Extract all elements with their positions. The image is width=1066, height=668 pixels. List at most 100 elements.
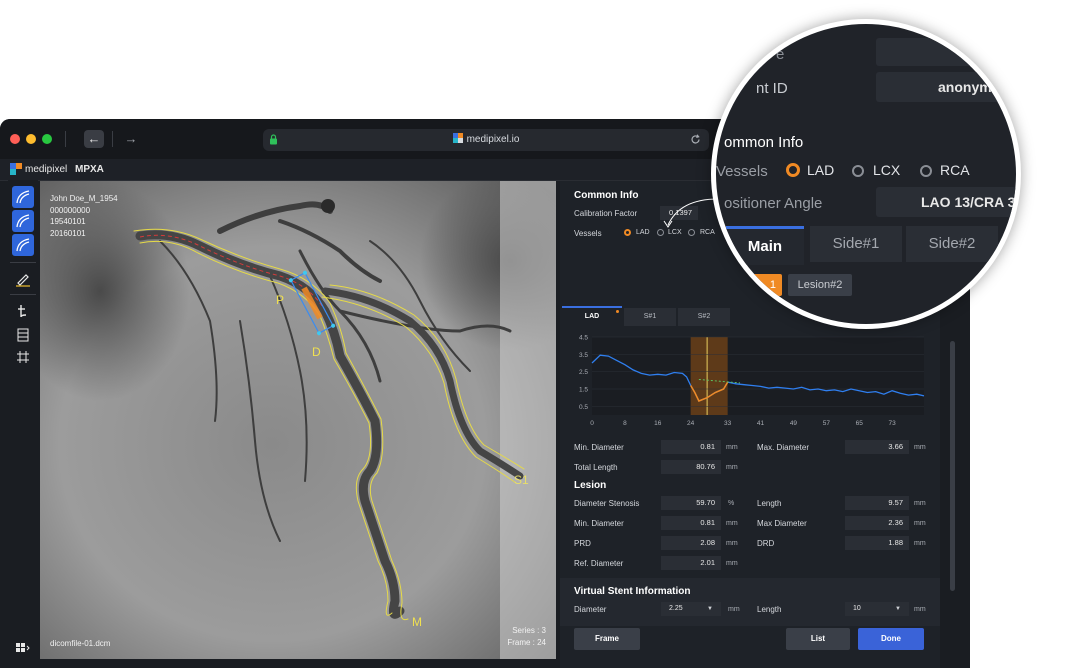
patient-id: 000000000	[50, 205, 91, 215]
measure-tool-button[interactable]	[12, 324, 34, 346]
forward-button[interactable]: →	[121, 130, 141, 148]
magnified-radio-lad[interactable]	[786, 163, 800, 177]
maximize-window-button[interactable]	[42, 134, 52, 144]
branch-icon	[18, 305, 27, 318]
x-tick-label: 65	[856, 420, 864, 427]
crop-tool-button[interactable]	[12, 346, 34, 368]
stent-length-select[interactable]: 10 ▼	[845, 602, 909, 616]
min-diameter-label: Min. Diameter	[574, 443, 624, 452]
x-tick-label: 41	[757, 420, 765, 427]
magnified-tab-main[interactable]: Main	[726, 226, 804, 265]
magnified-vessel-lcx: LCX	[873, 162, 901, 178]
vessel-radio-lad[interactable]	[624, 229, 631, 236]
tab-s1[interactable]: S#1	[624, 308, 676, 326]
total-length-value: 80.76	[661, 460, 721, 474]
magnified-positioner-field: LAO 13/CRA 3	[876, 187, 1016, 217]
x-tick-label: 16	[654, 420, 662, 427]
magnified-positioner-label: ositioner Angle	[724, 195, 823, 212]
magnified-tab-side2[interactable]: Side#2	[906, 226, 998, 262]
apps-menu-button[interactable]	[12, 636, 34, 658]
branch-tool-button[interactable]	[12, 300, 34, 322]
vessel-curve-icon	[16, 238, 30, 252]
lesion-length-value: 9.57	[845, 496, 909, 510]
draw-tool-button[interactable]	[12, 268, 34, 290]
x-tick-label: 49	[790, 420, 798, 427]
product-name: MPXA	[75, 164, 104, 175]
y-tick-label: 1.5	[579, 387, 588, 394]
vessel-tool-1-button[interactable]	[12, 186, 34, 208]
tab-s2[interactable]: S#2	[678, 308, 730, 326]
medipixel-logo-icon	[10, 163, 22, 175]
reload-icon[interactable]	[690, 134, 701, 145]
magnified-patient-id-value: anonym	[938, 79, 992, 95]
close-window-button[interactable]	[10, 134, 20, 144]
y-tick-label: 3.5	[579, 352, 588, 359]
measure-icon	[17, 328, 29, 342]
magnified-lesion-tab-1[interactable]: 1	[746, 274, 782, 296]
y-tick-label: 0.5	[579, 404, 588, 411]
minimize-window-button[interactable]	[26, 134, 36, 144]
unit-label: mm	[726, 464, 738, 471]
y-tick-label: 2.5	[579, 369, 588, 376]
frame-button[interactable]: Frame	[574, 628, 640, 650]
patient-name: John Doe_M_1954	[50, 194, 118, 203]
frame-info: Frame : 24	[507, 637, 546, 647]
plot-area	[592, 337, 924, 415]
x-tick-label: 33	[724, 420, 732, 427]
list-button[interactable]: List	[786, 628, 850, 650]
brand-name: medipixel	[25, 164, 68, 175]
drd-label: DRD	[757, 539, 775, 548]
medipixel-logo-icon	[452, 133, 463, 143]
apps-grid-icon	[16, 643, 30, 652]
vessel-label-lad: LAD	[636, 229, 650, 236]
prd-value: 2.08	[661, 536, 721, 550]
magnified-radio-lcx[interactable]	[852, 165, 864, 177]
vessel-curve-icon	[16, 190, 30, 204]
magnified-tab-side1[interactable]: Side#1	[810, 226, 902, 262]
stent-section: Virtual Stent Information Diameter 2.25 ▼…	[560, 578, 940, 626]
magnified-common-info-title: ommon Info	[724, 134, 804, 151]
x-tick-label: 0	[590, 420, 594, 427]
x-tick-label: 24	[687, 420, 695, 427]
magnified-lesion-tab-2[interactable]: Lesion#2	[788, 274, 852, 296]
main-branch-label: M	[412, 615, 422, 629]
vessel-tool-3-button[interactable]	[12, 234, 34, 256]
caret-down-icon: ▼	[707, 606, 713, 612]
arrow-right-icon: →	[124, 131, 138, 146]
study-date: 20160101	[50, 228, 86, 238]
vessel-curve-icon	[16, 214, 30, 228]
tab-lad[interactable]: LAD	[562, 306, 622, 326]
callout-arrow-icon	[663, 198, 719, 228]
angiogram-viewer[interactable]: John Doe_M_1954 000000000 19540101 20160…	[40, 181, 556, 659]
stent-diameter-select[interactable]: 2.25 ▼	[661, 602, 721, 616]
series-info: Series : 3	[512, 626, 546, 635]
lesion-max-diameter-label: Max Diameter	[757, 519, 807, 528]
grid-crop-icon	[17, 351, 29, 363]
common-info-title: Common Info	[574, 190, 639, 201]
vessel-tool-2-button[interactable]	[12, 210, 34, 232]
dicom-filename: dicomfile-01.dcm	[50, 639, 111, 648]
stent-diameter-label: Diameter	[574, 605, 607, 614]
magnified-radio-rca[interactable]	[920, 165, 932, 177]
diameter-chart: 4.5 3.5 2.5 1.5 0.5 0 8 16 24 33 41 49 57 65 73	[579, 335, 925, 427]
diameter-stenosis-value: 59.70	[661, 496, 721, 510]
unit-label: mm	[914, 540, 926, 547]
back-button[interactable]: ←	[84, 130, 104, 148]
address-bar[interactable]: medipixel.io	[263, 129, 709, 151]
lesion-min-diameter-value: 0.81	[661, 516, 721, 530]
done-button[interactable]: Done	[858, 628, 924, 650]
magnified-vessel-rca: RCA	[940, 162, 970, 178]
unit-label: mm	[726, 444, 738, 451]
unit-label: mm	[914, 606, 926, 613]
max-diameter-value: 3.66	[845, 440, 909, 454]
proximal-marker: P	[276, 293, 285, 307]
lesion-min-diameter-label: Min. Diameter	[574, 519, 624, 528]
x-tick-label: 57	[823, 420, 831, 427]
magnifier-callout: e nt ID anonym ommon Info Vessels LAD LC…	[711, 19, 1021, 329]
lesion-region	[690, 337, 728, 415]
magnified-patient-id-label: nt ID	[756, 80, 788, 97]
pencil-icon	[16, 274, 30, 287]
unit-label: mm	[914, 500, 926, 507]
y-tick-label: 4.5	[579, 335, 588, 342]
url-text: medipixel.io	[466, 134, 520, 145]
